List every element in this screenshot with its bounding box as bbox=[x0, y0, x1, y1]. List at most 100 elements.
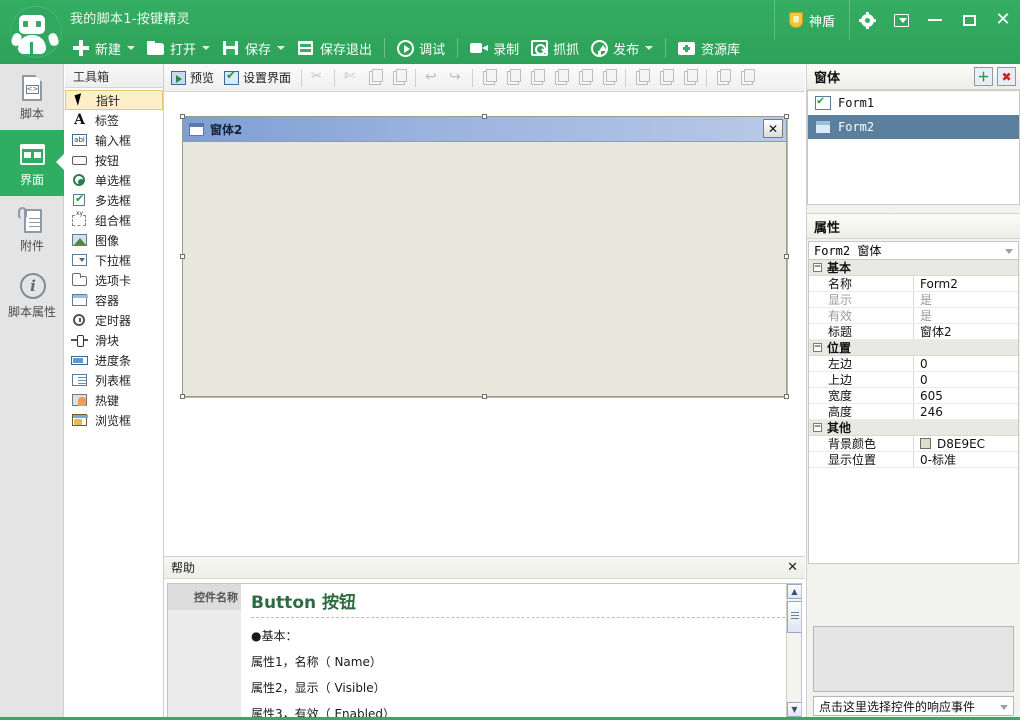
maximize-button[interactable] bbox=[952, 0, 986, 40]
same-height-icon[interactable] bbox=[656, 68, 676, 88]
property-row-width[interactable]: 宽度 605 bbox=[809, 388, 1018, 404]
event-selector[interactable]: 点击这里选择控件的响应事件 bbox=[813, 696, 1014, 716]
same-size-icon[interactable] bbox=[680, 68, 700, 88]
toolbox-item-image[interactable]: 图像 bbox=[65, 230, 163, 250]
chevron-down-icon[interactable] bbox=[127, 46, 136, 50]
cut-icon[interactable] bbox=[308, 68, 328, 88]
toolbox-item-container[interactable]: 容器 bbox=[65, 290, 163, 310]
debug-button[interactable]: 调试 bbox=[391, 34, 451, 62]
center-vertical-icon[interactable] bbox=[737, 68, 757, 88]
color-swatch[interactable] bbox=[920, 438, 931, 449]
same-width-icon[interactable] bbox=[632, 68, 652, 88]
toolbox-item-browser[interactable]: 浏览框 bbox=[65, 410, 163, 430]
toolbox-item-timer[interactable]: 定时器 bbox=[65, 310, 163, 330]
align-center-icon[interactable] bbox=[503, 68, 523, 88]
form-list-item-form2[interactable]: Form2 bbox=[808, 115, 1019, 139]
property-row-caption[interactable]: 标题 窗体2 bbox=[809, 324, 1018, 340]
form-window-form2[interactable]: 窗体2 ✕ bbox=[180, 114, 789, 399]
preview-button[interactable]: 预览 bbox=[167, 67, 218, 89]
property-row-bgcolor[interactable]: 背景颜色 D8E9EC bbox=[809, 436, 1018, 452]
record-button[interactable]: 录制 bbox=[464, 34, 525, 62]
toolbox-item-listbox[interactable]: 列表框 bbox=[65, 370, 163, 390]
close-button[interactable]: ✕ bbox=[986, 0, 1020, 40]
scroll-down-icon[interactable]: ▼ bbox=[787, 702, 801, 717]
settings-button[interactable] bbox=[850, 0, 884, 40]
toolbox-item-groupbox[interactable]: 组合框 bbox=[65, 209, 163, 230]
form-canvas[interactable]: 窗体2 ✕ bbox=[164, 92, 805, 556]
property-group-position[interactable]: − 位置 bbox=[809, 340, 1018, 356]
form-close-button[interactable]: ✕ bbox=[763, 119, 783, 138]
skin-button[interactable] bbox=[884, 0, 918, 40]
property-group-basic[interactable]: − 基本 bbox=[809, 260, 1018, 276]
resize-handle-w[interactable] bbox=[180, 254, 185, 259]
chevron-down-icon[interactable] bbox=[202, 46, 211, 50]
property-row-startposition[interactable]: 显示位置 0-标准 bbox=[809, 452, 1018, 468]
toolbox-item-checkbox[interactable]: 多选框 bbox=[65, 190, 163, 210]
save-exit-button[interactable]: 保存退出 bbox=[291, 34, 378, 62]
resize-handle-ne[interactable] bbox=[784, 114, 789, 119]
align-top-icon[interactable] bbox=[551, 68, 571, 88]
toolbox-item-hotkey[interactable]: 热键 bbox=[65, 390, 163, 410]
sidebar-item-interface[interactable]: 界面 bbox=[0, 130, 65, 196]
sidebar-item-script[interactable]: <> 脚本 bbox=[0, 64, 64, 130]
capture-button[interactable]: 抓抓 bbox=[525, 34, 585, 62]
toolbox-item-button[interactable]: 按钮 bbox=[65, 150, 163, 170]
minimize-button[interactable] bbox=[918, 0, 952, 40]
undo-icon[interactable] bbox=[422, 68, 442, 88]
property-row-left[interactable]: 左边 0 bbox=[809, 356, 1018, 372]
toolbox-item-combobox[interactable]: 下拉框 bbox=[65, 250, 163, 270]
shield-status[interactable]: 神盾 bbox=[773, 0, 850, 40]
toolbox-item-slider[interactable]: 滑块 bbox=[65, 330, 163, 350]
property-row-height[interactable]: 高度 246 bbox=[809, 404, 1018, 420]
property-row-top[interactable]: 上边 0 bbox=[809, 372, 1018, 388]
toolbox-item-radio[interactable]: 单选框 bbox=[65, 170, 163, 190]
redo-icon[interactable] bbox=[446, 68, 466, 88]
resize-handle-se[interactable] bbox=[784, 394, 789, 399]
chevron-down-icon[interactable] bbox=[277, 46, 286, 50]
publish-button[interactable]: 发布 bbox=[585, 34, 659, 62]
property-row-visible[interactable]: 显示 是 bbox=[809, 292, 1018, 308]
open-button[interactable]: 打开 bbox=[141, 34, 216, 62]
save-button[interactable]: 保存 bbox=[216, 34, 291, 62]
resize-handle-e[interactable] bbox=[784, 254, 789, 259]
collapse-icon[interactable]: − bbox=[813, 263, 822, 272]
property-row-name[interactable]: 名称 Form2 bbox=[809, 276, 1018, 292]
new-button[interactable]: 新建 bbox=[66, 34, 141, 62]
chevron-down-icon[interactable] bbox=[1005, 249, 1013, 254]
resize-handle-s[interactable] bbox=[482, 394, 487, 399]
toolbox-item-tab[interactable]: 选项卡 bbox=[65, 270, 163, 290]
copy-icon[interactable] bbox=[365, 68, 385, 88]
align-bottom-icon[interactable] bbox=[599, 68, 619, 88]
help-scrollbar[interactable]: ▲ ▼ bbox=[786, 584, 801, 717]
chevron-down-icon[interactable] bbox=[1000, 705, 1008, 710]
help-close-button[interactable]: ✕ bbox=[787, 561, 798, 574]
resize-handle-sw[interactable] bbox=[180, 394, 185, 399]
resource-library-button[interactable]: 资源库 bbox=[672, 34, 746, 62]
toolbox-item-textbox[interactable]: abl 输入框 bbox=[65, 130, 163, 150]
collapse-icon[interactable]: − bbox=[813, 343, 822, 352]
sidebar-item-attachment[interactable]: 附件 bbox=[0, 196, 64, 262]
form-client-area[interactable] bbox=[183, 142, 786, 396]
align-left-icon[interactable] bbox=[479, 68, 499, 88]
sidebar-item-script-properties[interactable]: i 脚本属性 bbox=[0, 262, 64, 328]
align-right-icon[interactable] bbox=[527, 68, 547, 88]
toolbox-item-label[interactable]: A 标签 bbox=[65, 110, 163, 130]
scroll-up-icon[interactable]: ▲ bbox=[787, 584, 801, 599]
resize-handle-n[interactable] bbox=[482, 114, 487, 119]
chevron-down-icon[interactable] bbox=[645, 46, 654, 50]
property-group-other[interactable]: − 其他 bbox=[809, 420, 1018, 436]
collapse-icon[interactable]: − bbox=[813, 423, 822, 432]
center-horizontal-icon[interactable] bbox=[713, 68, 733, 88]
property-row-enabled[interactable]: 有效 是 bbox=[809, 308, 1018, 324]
add-form-button[interactable]: ＋ bbox=[974, 67, 993, 86]
set-ui-button[interactable]: 设置界面 bbox=[220, 67, 295, 89]
toolbox-item-progressbar[interactable]: 进度条 bbox=[65, 350, 163, 370]
resize-handle-nw[interactable] bbox=[180, 114, 185, 119]
event-code-box[interactable] bbox=[813, 626, 1014, 692]
align-middle-icon[interactable] bbox=[575, 68, 595, 88]
toolbox-item-pointer[interactable]: 指针 bbox=[65, 90, 163, 110]
scissors-icon[interactable] bbox=[341, 68, 361, 88]
scroll-thumb[interactable] bbox=[787, 601, 801, 633]
paste-icon[interactable] bbox=[389, 68, 409, 88]
form-list-item-form1[interactable]: Form1 bbox=[808, 91, 1019, 115]
